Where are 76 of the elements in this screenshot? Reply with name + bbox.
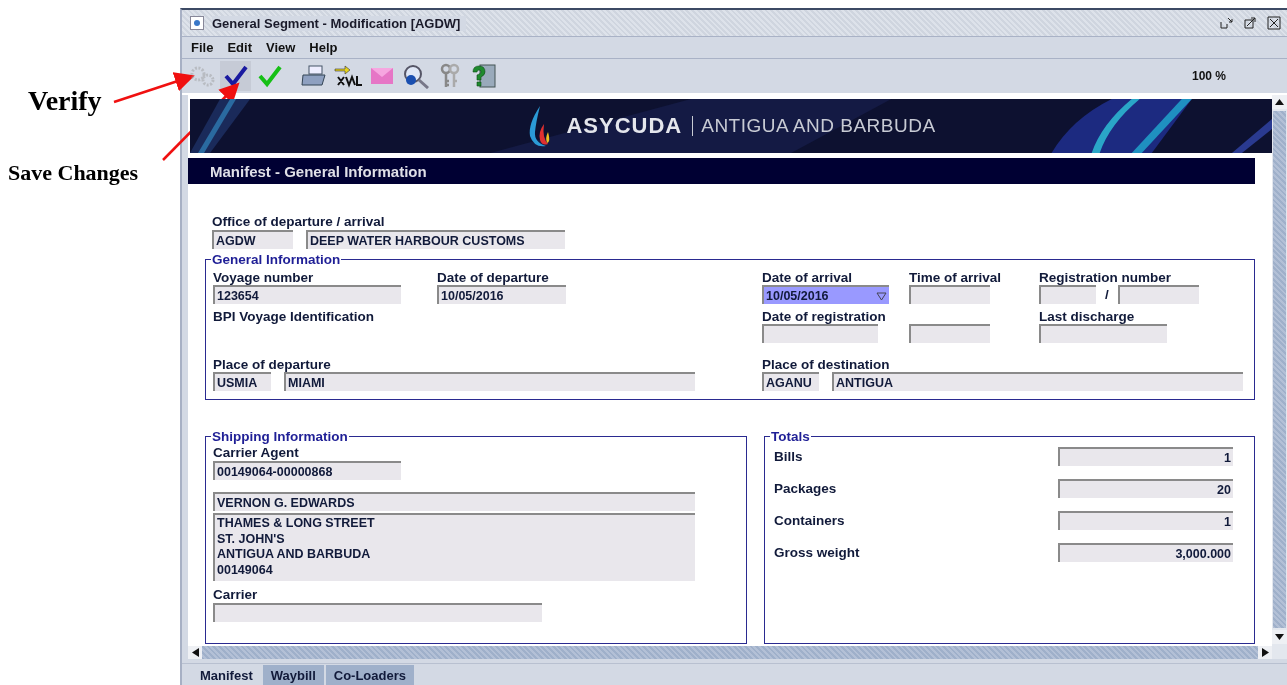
maximize-icon[interactable]	[1243, 16, 1259, 30]
field-label: Bills	[774, 449, 803, 464]
field-label: Containers	[774, 513, 845, 528]
annotation-label: Verify	[28, 85, 102, 117]
minimize-icon[interactable]	[1219, 16, 1235, 30]
window-title: General Segment - Modification [AGDW]	[212, 15, 467, 31]
xml-export-icon	[332, 64, 363, 88]
section-heading: Manifest - General Information	[188, 158, 1255, 184]
checkmark-icon	[222, 64, 249, 88]
text-field[interactable]: 10/05/2016	[437, 285, 566, 304]
text-field[interactable]: AGDW	[212, 230, 293, 249]
text-field[interactable]: 00149064-00000868	[213, 461, 401, 480]
field-label: Time of arrival	[909, 270, 1003, 285]
text-field[interactable]: USMIA	[213, 372, 271, 391]
field-label: Packages	[774, 481, 837, 496]
toolbar-button[interactable]	[220, 61, 251, 91]
dropdown-arrow-icon[interactable]	[876, 291, 887, 301]
text-field[interactable]	[1117, 285, 1199, 304]
horizontal-scrollbar[interactable]	[188, 646, 1272, 659]
envelope-icon	[368, 65, 395, 87]
text-field[interactable]: 3,000.000	[1058, 543, 1233, 562]
field-label: Place of departure	[213, 357, 332, 372]
field-label: Date of departure	[437, 270, 550, 285]
menu-item[interactable]: File	[184, 40, 221, 55]
field-label: BPI Voyage Identification	[213, 309, 376, 324]
field-label: Date of arrival	[762, 270, 854, 285]
scroll-up-icon[interactable]	[1275, 99, 1284, 105]
panel-legend: General Information	[211, 253, 342, 266]
menu-item[interactable]: Help	[302, 40, 345, 55]
address-field[interactable]: THAMES & LONG STREET ST. JOHN'S ANTIGUA AND BARBUDA 00149064	[213, 513, 695, 581]
field-label: Date of registration	[762, 309, 887, 324]
panel-legend: Totals	[770, 430, 811, 443]
text-field[interactable]: 20	[1058, 479, 1233, 498]
panel-legend: Shipping Information	[211, 430, 349, 443]
scroll-left-icon[interactable]	[191, 648, 199, 657]
field-label: Place of destination	[762, 357, 891, 372]
scroll-right-icon[interactable]	[1261, 648, 1269, 657]
checkmark-icon	[256, 64, 283, 88]
text-field[interactable]	[909, 285, 990, 304]
field-label: Voyage number	[213, 270, 315, 285]
field-label: Last discharge	[1039, 309, 1136, 324]
field-label: Gross weight	[774, 545, 860, 560]
text-field[interactable]: 1	[1058, 511, 1233, 530]
menu-item[interactable]: Edit	[220, 40, 259, 55]
window-icon	[190, 16, 204, 30]
tab[interactable]: Co-Loaders	[325, 665, 414, 685]
text-field[interactable]	[762, 324, 878, 343]
date-picker-field[interactable]: 10/05/2016	[762, 285, 889, 304]
text-field[interactable]: DEEP WATER HARBOUR CUSTOMS	[306, 230, 565, 249]
text-field[interactable]	[1039, 324, 1167, 343]
text-field[interactable]	[909, 324, 990, 343]
help-book-icon	[469, 63, 498, 89]
menu-item[interactable]: View	[258, 40, 303, 55]
zoom-level: 100 %	[1191, 69, 1226, 83]
tab[interactable]: Waybill	[262, 665, 324, 685]
field-label: Registration number	[1039, 270, 1172, 285]
search-icon	[401, 63, 430, 89]
text-field[interactable]: MIAMI	[284, 372, 695, 391]
close-icon[interactable]	[1267, 16, 1281, 30]
scroll-down-icon[interactable]	[1275, 634, 1284, 640]
vertical-scrollbar[interactable]	[1272, 95, 1287, 659]
printer-icon	[299, 64, 328, 88]
banner-country: ANTIGUA AND BARBUDA	[692, 116, 936, 136]
text-field[interactable]: ANTIGUA	[832, 372, 1243, 391]
field-label: Carrier Agent	[213, 445, 300, 460]
separator-text: /	[1105, 287, 1109, 302]
text-field[interactable]	[213, 603, 542, 622]
text-field[interactable]: AGANU	[762, 372, 819, 391]
text-field[interactable]: VERNON G. EDWARDS	[213, 492, 695, 511]
text-field[interactable]: 1	[1058, 447, 1233, 466]
text-field[interactable]: 123654	[213, 285, 401, 304]
annotation-label: Save Changes	[8, 160, 139, 186]
field-label: Office of departure / arrival	[212, 214, 386, 229]
brand-name: ASYCUDA	[566, 113, 683, 139]
field-label: Carrier	[213, 587, 259, 602]
text-field[interactable]	[1039, 285, 1096, 304]
